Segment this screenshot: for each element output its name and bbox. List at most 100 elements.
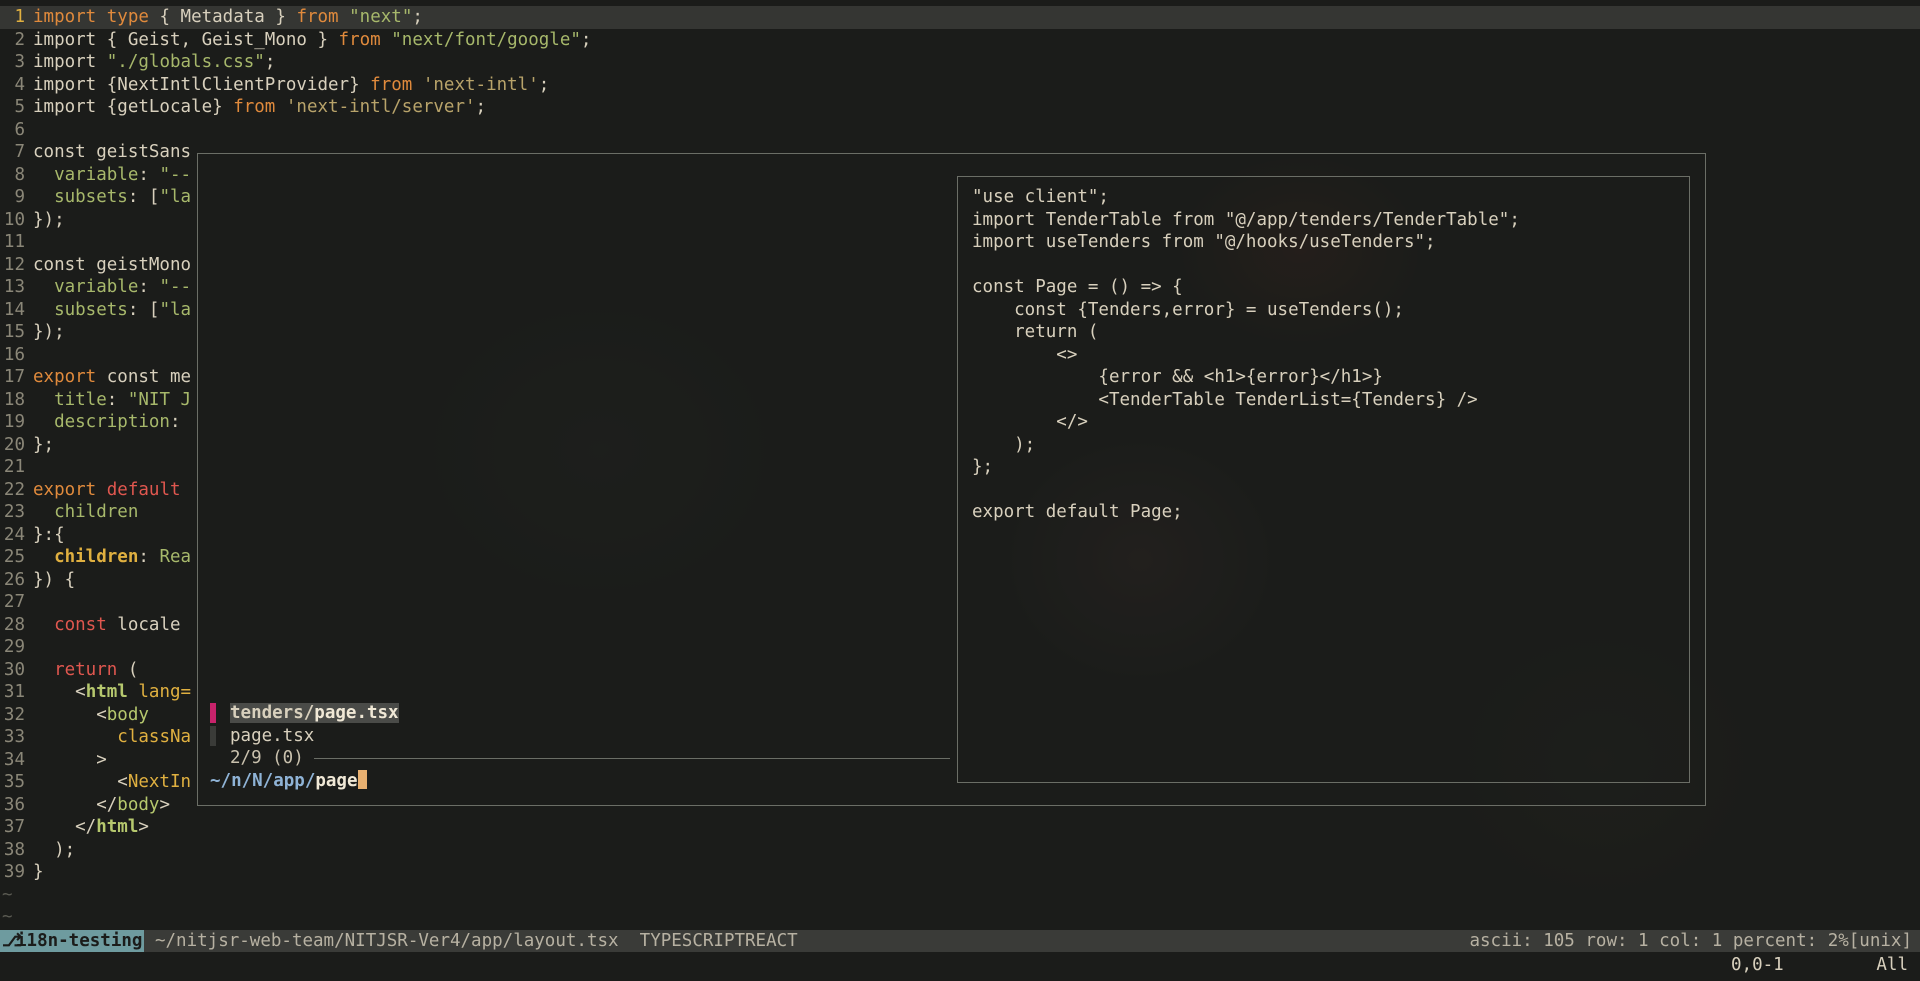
preview-line: <TenderTable TenderList={Tenders} /> xyxy=(972,389,1478,410)
fuzzy-finder-popup: "use client"; import TenderTable from "@/… xyxy=(197,153,1706,806)
code-token: ; xyxy=(580,29,592,50)
code-token: "NIT J xyxy=(127,389,192,410)
line-number: 34 xyxy=(3,749,25,770)
code-token: children xyxy=(54,502,139,522)
code-token: subsets xyxy=(54,299,128,320)
finder-results: tenders/page.tsx page.tsx 2/9 (0) ~/n/N/a… xyxy=(210,702,950,792)
code-token: </ xyxy=(33,817,97,837)
code-token: < xyxy=(33,772,128,792)
result-path: page.tsx xyxy=(230,726,314,746)
preview-line: import TenderTable from "@/app/tenders/T… xyxy=(972,209,1520,230)
line-number: 9 xyxy=(14,187,25,207)
line-number: 6 xyxy=(14,119,25,140)
scroll-indicator: All xyxy=(1876,955,1908,975)
code-line[interactable]: 39} xyxy=(0,861,1920,884)
code-line[interactable]: 2 import { Geist, Geist_Mono } from "next… xyxy=(0,29,1920,52)
code-token: subsets xyxy=(54,187,128,207)
code-token: }); xyxy=(33,322,65,342)
code-token: ); xyxy=(33,839,76,860)
code-token: import {getLocale} xyxy=(33,97,234,117)
cursor-info: ascii: 105 row: 1 col: 1 percent: 2%[uni… xyxy=(1469,931,1912,951)
code-token: ; xyxy=(264,52,276,72)
finder-prompt[interactable]: ~/n/N/app/page xyxy=(210,769,950,793)
code-token: body xyxy=(106,704,149,725)
branch-name: i18n-testing xyxy=(16,931,143,951)
result-dir: tenders/ xyxy=(230,703,315,723)
preview-line: }; xyxy=(972,457,994,477)
code-token: : xyxy=(138,547,160,567)
code-line[interactable]: 3 import "./globals.css"; xyxy=(0,51,1920,74)
result-item[interactable]: tenders/page.tsx xyxy=(210,702,950,725)
line-number: 16 xyxy=(3,344,25,365)
line-number: 21 xyxy=(3,457,25,477)
line-number: 32 xyxy=(3,704,25,725)
preview-line: export default Page; xyxy=(972,502,1183,522)
code-token: "next/font/google" xyxy=(391,29,581,50)
code-token: html xyxy=(85,682,128,702)
line-number: 37 xyxy=(3,817,25,837)
code-line[interactable]: 6 xyxy=(0,119,1920,142)
code-token: ; xyxy=(538,74,550,95)
git-branch-badge: ⎇i18n-testing xyxy=(0,930,145,952)
line-number: 38 xyxy=(3,839,25,860)
preview-line xyxy=(972,254,1675,277)
code-line[interactable]: 37 </html> xyxy=(0,816,1920,839)
code-token: body xyxy=(117,794,160,815)
code-token: from xyxy=(233,97,276,117)
code-token: import {NextIntlClientProvider} xyxy=(33,74,371,95)
file-path: ~/nitjsr-web-team/NITJSR-Ver4/app/layout… xyxy=(154,931,619,951)
command-line[interactable]: 0,0-1 All xyxy=(0,954,1920,976)
code-token: "la xyxy=(159,187,192,207)
selection-marker xyxy=(210,703,216,723)
line-number: 17 xyxy=(3,367,25,387)
result-item[interactable]: page.tsx xyxy=(210,725,950,748)
code-token: : [ xyxy=(127,299,160,320)
empty-buffer-line: ~ xyxy=(0,884,1920,907)
line-number: 20 xyxy=(3,434,25,455)
git-branch-icon: ⎇ xyxy=(2,931,23,951)
preview-line xyxy=(972,479,1675,502)
file-preview-pane: "use client"; import TenderTable from "@/… xyxy=(957,176,1690,783)
code-line[interactable]: 38 ); xyxy=(0,839,1920,862)
code-token: : xyxy=(169,412,181,432)
line-number: 26 xyxy=(3,569,25,590)
selection-marker xyxy=(210,725,216,746)
code-token: import xyxy=(33,52,107,72)
line-number: 19 xyxy=(3,412,25,432)
line-number: 28 xyxy=(3,614,25,635)
code-line[interactable]: 5 import {getLocale} from 'next-intl/serv… xyxy=(0,96,1920,119)
tilde-marker: ~ xyxy=(2,907,13,927)
line-number: 4 xyxy=(14,74,25,95)
code-line[interactable]: 4 import {NextIntlClientProvider} from 'n… xyxy=(0,74,1920,97)
prompt-path: ~/n/N/app/ xyxy=(210,770,316,791)
code-token: { Metadata } xyxy=(148,7,297,27)
code-line[interactable]: 1 import type { Metadata } from "next"; xyxy=(0,6,1920,29)
preview-line: import useTenders from "@/hooks/useTende… xyxy=(972,232,1436,252)
preview-line: const Page = () => { xyxy=(972,277,1183,297)
search-input[interactable]: page xyxy=(315,771,357,791)
match-count-row: 2/9 (0) xyxy=(210,747,950,770)
ruler-position: 0,0-1 xyxy=(1731,955,1784,975)
preview-line: ); xyxy=(972,434,1036,455)
code-token: }) { xyxy=(33,569,76,590)
code-token: import xyxy=(33,7,97,27)
code-token: "la xyxy=(159,299,192,320)
code-token: : [ xyxy=(127,187,160,207)
line-number: 1 xyxy=(14,7,25,27)
filetype: TYPESCRIPTREACT xyxy=(639,931,798,951)
code-token: const geistSans xyxy=(33,142,192,162)
status-bar: ⎇i18n-testing ~/nitjsr-web-team/NITJSR-V… xyxy=(0,930,1920,952)
line-number: 15 xyxy=(3,322,25,342)
empty-buffer-line: ~ xyxy=(0,906,1920,929)
code-token: : xyxy=(138,277,160,297)
line-number: 24 xyxy=(3,524,25,545)
line-number: 10 xyxy=(3,209,25,230)
